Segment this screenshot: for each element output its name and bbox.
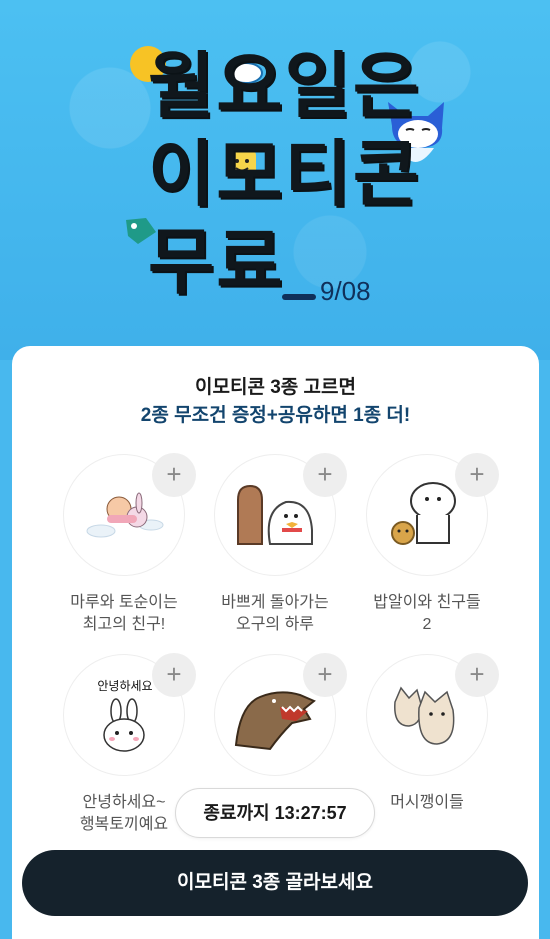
hero-title-line-2: 이모티콘: [148, 132, 421, 216]
promo-subheadline: 2종 무조건 증정+공유하면 1종 더!: [140, 405, 411, 426]
emoticon-thumbnail[interactable]: +: [214, 453, 347, 576]
emoticon-item-babal[interactable]: + 밥알이와 친구들 2: [352, 453, 502, 636]
emoticon-thumbnail[interactable]: +: [366, 653, 499, 776]
emoticon-item-ogu[interactable]: + 바쁘게 돌아가는 오구의 하루: [200, 453, 350, 636]
add-button[interactable]: +: [455, 653, 499, 697]
emoticon-label-text: 밥알이와 친구들 2: [373, 594, 481, 633]
dogs-sticker-icon: [394, 686, 455, 745]
emoticon-label-text: 마루와 토순이는 최고의 친구!: [70, 594, 178, 633]
happy-rabbit-sticker-icon: [103, 698, 145, 752]
hero-title: 월요일은 이모티콘 무료: [148, 42, 421, 306]
emoticon-item-dinosaur[interactable]: +: [200, 653, 350, 776]
add-button[interactable]: +: [303, 453, 347, 497]
emoticon-label: 밥알이와 친구들 2: [352, 592, 502, 636]
emoticon-thumbnail[interactable]: 안녕하세요 +: [63, 653, 196, 776]
emoticon-thumbnail[interactable]: +: [214, 653, 347, 776]
maru-and-tosuni-sticker-icon: [86, 492, 164, 538]
hero-date: 9/08: [320, 276, 371, 306]
hero-title-line-3: 무료: [148, 220, 285, 304]
promo-headline: 이모티콘 3종 고르면: [195, 377, 356, 398]
emoticon-thumbnail[interactable]: +: [366, 453, 499, 576]
add-button[interactable]: +: [455, 453, 499, 497]
emoticon-label-text: 바쁘게 돌아가는 오구의 하루: [221, 594, 329, 633]
promo-card: 이모티콘 3종 고르면 2종 무조건 증정+공유하면 1종 더! + 마루와 토…: [12, 346, 539, 939]
emoticon-label-text: 머시깽이들: [390, 794, 464, 811]
emoticon-item-maru[interactable]: + 마루와 토순이는 최고의 친구!: [49, 453, 199, 636]
emoticon-item-dogs[interactable]: + 머시깽이들: [352, 653, 502, 814]
add-button[interactable]: +: [152, 453, 196, 497]
hero-date-underline: [282, 294, 316, 300]
emoticon-label: 바쁘게 돌아가는 오구의 하루: [200, 592, 350, 636]
emoticon-thumbnail[interactable]: +: [63, 453, 196, 576]
add-button[interactable]: +: [152, 653, 196, 697]
countdown-timer: 종료까지 13:27:57: [175, 788, 375, 838]
ogu-door-sticker-icon: [237, 484, 313, 545]
choose-emoticons-button[interactable]: 이모티콘 3종 골라보세요: [22, 850, 528, 916]
hero-banner: 월요일은 이모티콘 무료 9/08: [0, 0, 550, 360]
babal-friends-sticker-icon: [391, 482, 456, 545]
emoticon-label: 마루와 토순이는 최고의 친구!: [49, 592, 199, 636]
hero-title-line-1: 월요일은: [148, 44, 421, 128]
emoticon-label-text: 안녕하세요~ 행복토끼예요: [79, 794, 169, 833]
add-button[interactable]: +: [303, 653, 347, 697]
